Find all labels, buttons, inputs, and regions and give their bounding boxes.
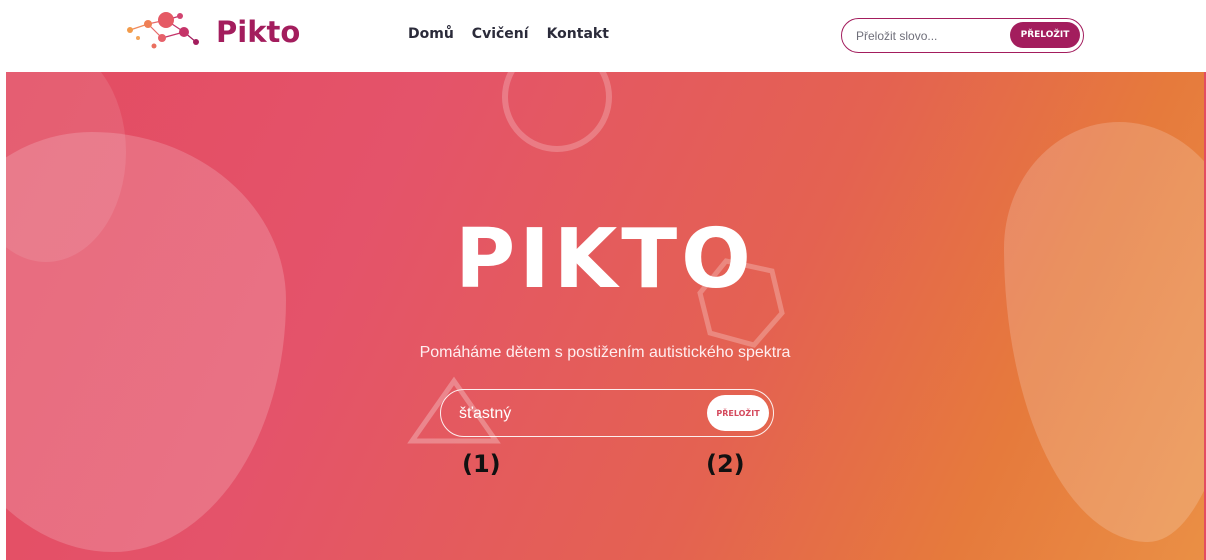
hero-translate-button[interactable]: PŘELOŽIT xyxy=(707,395,769,431)
pikto-logo-icon xyxy=(127,12,199,49)
annotation-label-1: (1) xyxy=(462,450,501,478)
navbar: Pikto Domů Cvičení Kontakt PŘELOŽIT xyxy=(0,0,1206,72)
hero-search-input[interactable] xyxy=(459,403,659,425)
logo-text: Pikto xyxy=(216,15,301,49)
annotation-label-2: (2) xyxy=(706,450,745,478)
logo[interactable]: Pikto xyxy=(124,12,300,52)
decor-blob xyxy=(6,132,286,552)
nav-home[interactable]: Domů xyxy=(408,26,454,42)
hero-section: PIKTO Pomáháme dětem s postižením autist… xyxy=(6,72,1204,560)
nav-contact[interactable]: Kontakt xyxy=(547,26,609,42)
hero-title: PIKTO xyxy=(455,212,755,307)
hero-subtitle: Pomáháme dětem s postižením autistického… xyxy=(419,344,791,361)
header-translate-button[interactable]: PŘELOŽIT xyxy=(1010,22,1080,48)
decor-blob xyxy=(1004,122,1204,542)
header-search-input[interactable] xyxy=(856,27,1006,45)
hero-search: PŘELOŽIT xyxy=(440,389,774,437)
main-nav: Domů Cvičení Kontakt xyxy=(408,26,609,42)
decor-circle xyxy=(502,72,612,152)
nav-exercises[interactable]: Cvičení xyxy=(472,26,529,42)
header-search: PŘELOŽIT xyxy=(841,18,1084,53)
